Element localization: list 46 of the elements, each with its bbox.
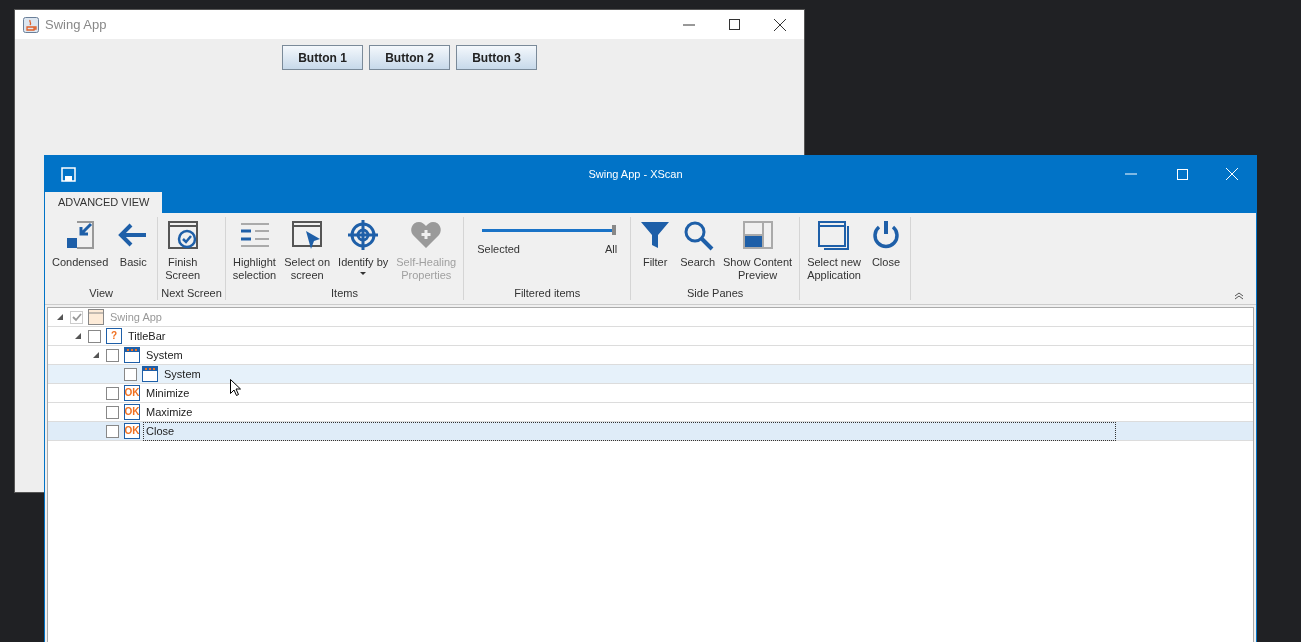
slider[interactable] — [482, 227, 617, 235]
panel-layout-icon — [740, 219, 775, 251]
slider-thumb[interactable] — [612, 225, 617, 235]
group-label: Items — [331, 286, 358, 300]
window-cursor-icon — [290, 219, 325, 251]
group-label: Filtered items — [514, 286, 581, 300]
node-type-icon: OK — [124, 423, 140, 439]
ribbon-button[interactable]: Basic — [112, 217, 155, 269]
window-icon — [142, 366, 158, 382]
ribbon-button[interactable]: Finish Screen — [161, 217, 205, 282]
maximize-icon[interactable] — [729, 19, 740, 30]
ribbon-button[interactable]: Search — [676, 217, 720, 269]
check-icon — [71, 312, 82, 322]
group-label: Next Screen — [161, 286, 222, 300]
windows-icon — [817, 219, 852, 251]
save-icon[interactable] — [61, 166, 76, 182]
ribbon-tab[interactable]: ADVANCED VIEW — [45, 192, 163, 213]
window-check-icon — [165, 219, 200, 251]
push-button[interactable]: Button 2 — [369, 45, 450, 70]
ribbon-button[interactable]: Show Content Preview — [719, 217, 797, 282]
node-type-icon: OK — [124, 385, 140, 401]
ribbon-button[interactable]: Select on screen — [280, 217, 335, 282]
window-icon — [124, 347, 140, 363]
ribbon-button[interactable]: Highlight selection — [228, 217, 281, 282]
slider-label: Selected — [477, 242, 520, 257]
node-type-icon: ? — [106, 328, 122, 344]
heart-plus-icon — [409, 219, 444, 251]
window-icon — [88, 309, 104, 325]
window-title: Swing App — [45, 15, 107, 34]
push-button[interactable]: Button 3 — [456, 45, 537, 70]
ribbon-button[interactable]: Close — [864, 217, 907, 269]
slider-label: All — [604, 242, 618, 257]
ribbon-button[interactable]: Filter — [634, 217, 677, 269]
ribbon-button[interactable]: Select new Application — [803, 217, 865, 282]
window-title: Swing App - XScan — [588, 166, 683, 182]
ribbon-button[interactable]: Condensed — [48, 217, 113, 269]
mouse-pointer-icon — [230, 379, 241, 396]
crosshair-icon — [346, 219, 381, 251]
close-icon[interactable] — [774, 18, 786, 31]
coffee-cup-icon — [23, 16, 39, 33]
group-label: View — [89, 286, 113, 300]
group-label: Side Panes — [687, 286, 744, 300]
push-button[interactable]: Button 1 — [282, 45, 363, 70]
node-type-icon: OK — [124, 404, 140, 420]
ribbon-button[interactable]: Identify by — [334, 217, 393, 275]
collapse-icon[interactable] — [1234, 292, 1244, 300]
